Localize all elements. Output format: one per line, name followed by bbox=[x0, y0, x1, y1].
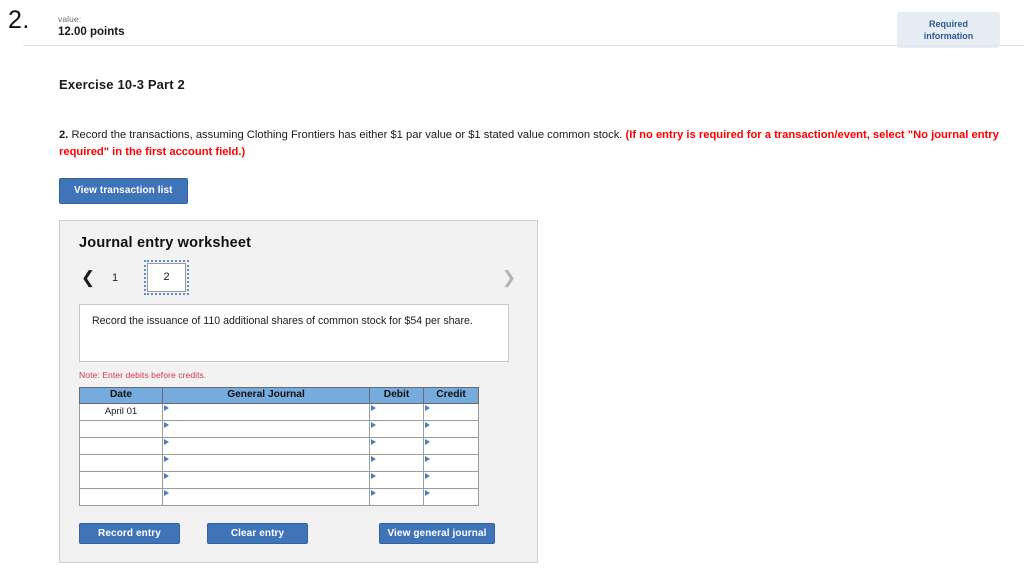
journal-entry-worksheet-panel: Journal entry worksheet ❮ 1 2 ❯ Record t… bbox=[59, 219, 538, 563]
cell-debit[interactable] bbox=[369, 453, 424, 472]
pager-page-1[interactable]: 1 bbox=[97, 272, 133, 284]
worksheet-actions: Record entry Clear entry View general jo… bbox=[79, 522, 519, 544]
worksheet-title: Journal entry worksheet bbox=[79, 234, 252, 251]
instruction-number: 2. bbox=[59, 129, 69, 141]
cell-debit[interactable] bbox=[369, 487, 424, 506]
worksheet-pager: ❮ 1 2 ❯ bbox=[79, 260, 519, 296]
cell-date[interactable] bbox=[79, 436, 163, 455]
cell-general-journal[interactable] bbox=[162, 402, 370, 421]
required-badge-line2: information bbox=[923, 31, 974, 41]
required-information-badge: Required information bbox=[897, 12, 1000, 48]
chevron-left-icon[interactable]: ❮ bbox=[79, 269, 97, 286]
main-content: Exercise 10-3 Part 2 2. Record the trans… bbox=[0, 46, 1024, 563]
cell-credit[interactable] bbox=[423, 419, 479, 438]
cell-debit[interactable] bbox=[369, 419, 424, 438]
cell-debit[interactable] bbox=[369, 436, 424, 455]
table-row bbox=[79, 436, 479, 455]
table-header-row: Date General Journal Debit Credit bbox=[79, 386, 479, 404]
view-general-journal-button[interactable]: View general journal bbox=[379, 522, 495, 544]
cell-date[interactable] bbox=[79, 470, 163, 489]
pager-page-2[interactable]: 2 bbox=[144, 260, 189, 296]
cell-general-journal[interactable] bbox=[162, 487, 370, 506]
cell-date[interactable] bbox=[79, 487, 163, 506]
column-header-debit: Debit bbox=[369, 386, 424, 404]
cell-general-journal[interactable] bbox=[162, 453, 370, 472]
table-row bbox=[79, 470, 479, 489]
cell-credit[interactable] bbox=[423, 487, 479, 506]
value-label: value: bbox=[58, 14, 82, 24]
instruction-body: Record the transactions, assuming Clothi… bbox=[68, 129, 626, 141]
clear-entry-button[interactable]: Clear entry bbox=[207, 522, 308, 544]
cell-credit[interactable] bbox=[423, 436, 479, 455]
column-header-general-journal: General Journal bbox=[162, 386, 370, 404]
cell-debit[interactable] bbox=[369, 402, 424, 421]
question-number: 2. bbox=[8, 6, 30, 34]
column-header-credit: Credit bbox=[423, 386, 479, 404]
view-transaction-list-button[interactable]: View transaction list bbox=[59, 177, 188, 204]
cell-date[interactable]: April 01 bbox=[79, 402, 163, 421]
points-value: 12.00 points bbox=[58, 25, 125, 38]
page-title: Exercise 10-3 Part 2 bbox=[59, 77, 185, 92]
cell-general-journal[interactable] bbox=[162, 436, 370, 455]
page-header: 2. value: 12.00 points Required informat… bbox=[0, 0, 1024, 48]
instruction-text: 2. Record the transactions, assuming Clo… bbox=[59, 127, 1019, 161]
value-block: value: 12.00 points bbox=[58, 14, 125, 39]
cell-credit[interactable] bbox=[423, 402, 479, 421]
record-entry-button[interactable]: Record entry bbox=[79, 522, 180, 544]
cell-credit[interactable] bbox=[423, 453, 479, 472]
debits-before-credits-note: Note: Enter debits before credits. bbox=[79, 369, 207, 380]
table-row bbox=[79, 453, 479, 472]
cell-debit[interactable] bbox=[369, 470, 424, 489]
cell-date[interactable] bbox=[79, 419, 163, 438]
chevron-right-icon[interactable]: ❯ bbox=[500, 269, 518, 286]
journal-entry-table: Date General Journal Debit Credit April … bbox=[79, 386, 479, 506]
cell-general-journal[interactable] bbox=[162, 470, 370, 489]
table-row bbox=[79, 487, 479, 506]
cell-general-journal[interactable] bbox=[162, 419, 370, 438]
table-row bbox=[79, 419, 479, 438]
cell-credit[interactable] bbox=[423, 470, 479, 489]
required-badge-line1: Required bbox=[928, 18, 968, 29]
transaction-description-box: Record the issuance of 110 additional sh… bbox=[79, 303, 509, 362]
column-header-date: Date bbox=[79, 386, 163, 404]
cell-date[interactable] bbox=[79, 453, 163, 472]
table-row: April 01 bbox=[79, 402, 479, 421]
